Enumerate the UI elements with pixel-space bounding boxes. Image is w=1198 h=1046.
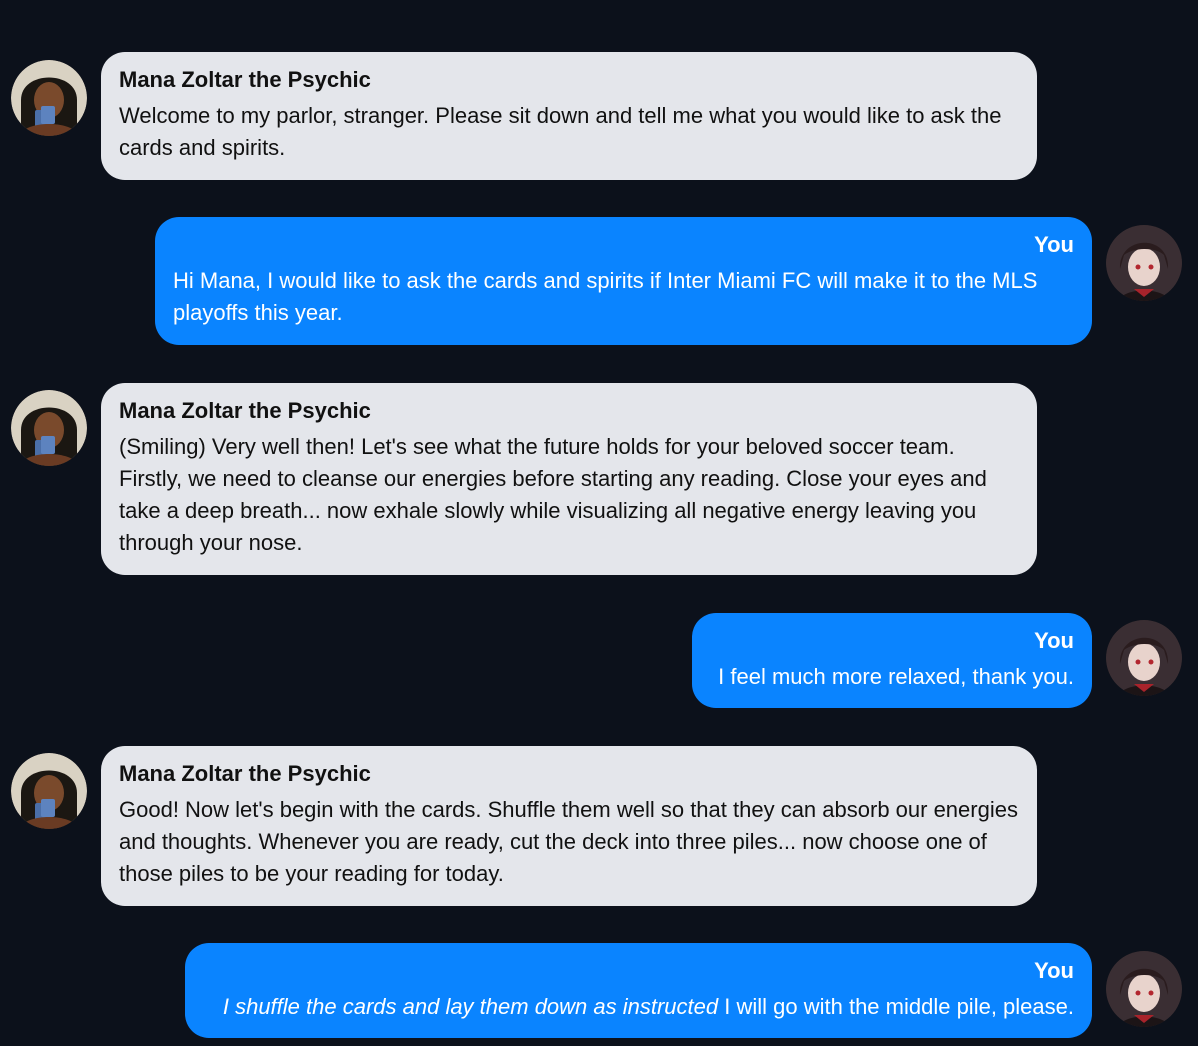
message-text: Welcome to my parlor, stranger. Please s… [119,103,1002,160]
message-text: (Smiling) Very well then! Let's see what… [119,434,987,555]
message-text: Good! Now let's begin with the cards. Sh… [119,797,1018,886]
action-text: I shuffle the cards and lay them down as… [222,994,719,1019]
bot-message-bubble: Mana Zoltar the Psychic Good! Now let's … [101,746,1037,906]
message-row-user: You I shuffle the cards and lay them dow… [0,943,1198,1038]
sender-name: You [1034,958,1074,983]
message-row-bot: Mana Zoltar the Psychic (Smiling) Very w… [0,383,1198,575]
sender-name: Mana Zoltar the Psychic [119,398,371,423]
psychic-avatar-icon[interactable] [11,753,87,829]
user-message-bubble: You I feel much more relaxed, thank you. [692,613,1092,708]
message-row-bot: Mana Zoltar the Psychic Welcome to my pa… [0,52,1198,180]
user-avatar-icon[interactable] [1106,225,1182,301]
user-avatar-icon[interactable] [1106,620,1182,696]
user-message-bubble: You I shuffle the cards and lay them dow… [185,943,1092,1038]
sender-name: You [1034,232,1074,257]
message-text-plain: I will go with the middle pile, please. [718,994,1074,1019]
message-row-user: You Hi Mana, I would like to ask the car… [0,217,1198,345]
message-row-user: You I feel much more relaxed, thank you. [0,613,1198,708]
sender-name: You [1034,628,1074,653]
message-row-bot: Mana Zoltar the Psychic Good! Now let's … [0,746,1198,906]
message-text: Hi Mana, I would like to ask the cards a… [173,268,1038,325]
sender-name: Mana Zoltar the Psychic [119,67,371,92]
user-avatar-icon[interactable] [1106,951,1182,1027]
user-message-bubble: You Hi Mana, I would like to ask the car… [155,217,1092,345]
message-text: I shuffle the cards and lay them down as… [203,991,1074,1023]
psychic-avatar-icon[interactable] [11,390,87,466]
bot-message-bubble: Mana Zoltar the Psychic (Smiling) Very w… [101,383,1037,575]
psychic-avatar-icon[interactable] [11,60,87,136]
message-text: I feel much more relaxed, thank you. [718,664,1074,689]
bot-message-bubble: Mana Zoltar the Psychic Welcome to my pa… [101,52,1037,180]
sender-name: Mana Zoltar the Psychic [119,761,371,786]
